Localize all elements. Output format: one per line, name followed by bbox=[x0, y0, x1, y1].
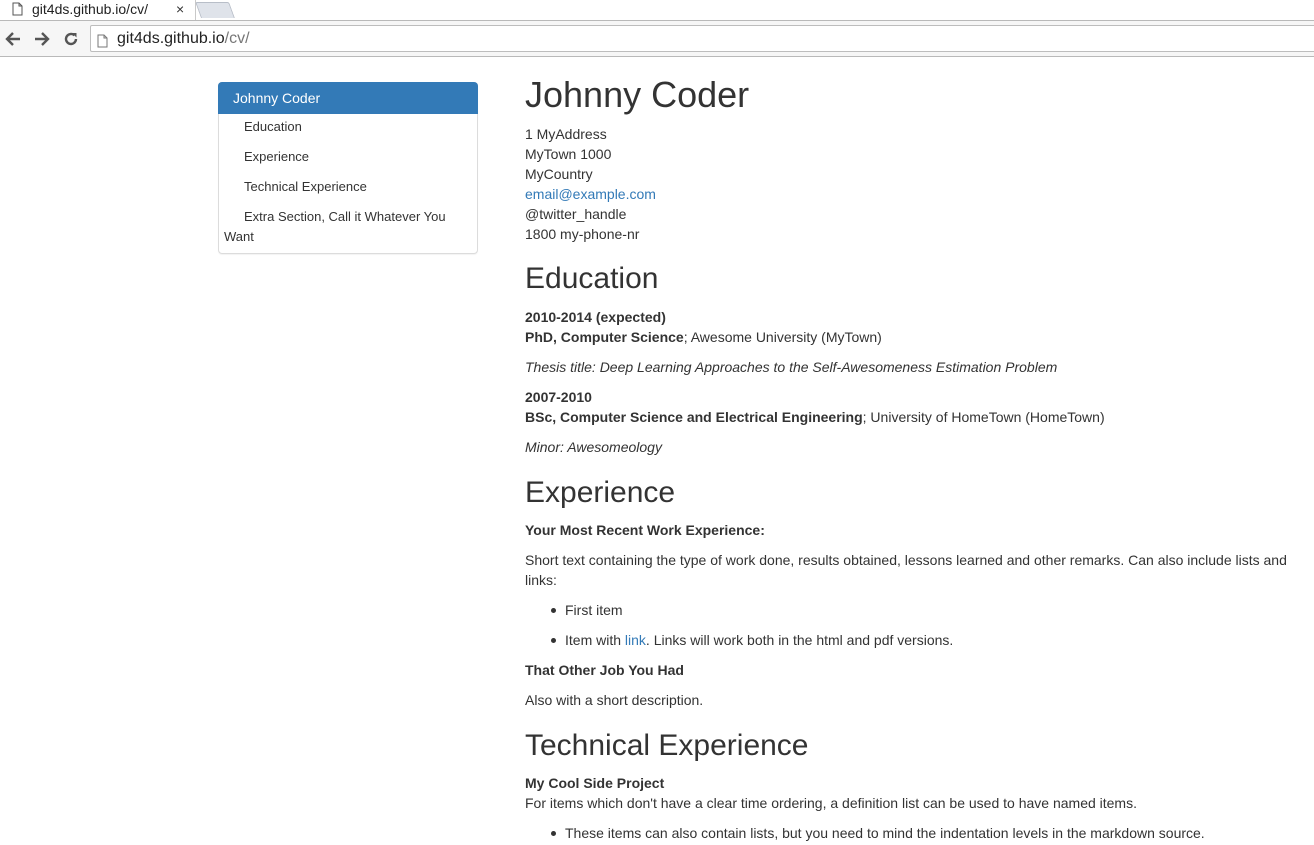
edu-degree: BSc, Computer Science and Electrical Eng… bbox=[525, 409, 863, 425]
page-title: Johnny Coder bbox=[525, 74, 750, 115]
list-item-text: Item with bbox=[565, 632, 625, 648]
tab-strip: git4ds.github.io/cv/ × bbox=[0, 0, 1314, 20]
job-description: Also with a short description. bbox=[525, 692, 704, 708]
job-description: Short text containing the type of work d… bbox=[525, 552, 1287, 568]
list-item: Item with link. Links will work both in … bbox=[565, 630, 953, 650]
section-heading-experience: Experience bbox=[525, 476, 676, 509]
address-bar[interactable]: git4ds.github.io/cv/ bbox=[90, 25, 1314, 52]
bullet-icon bbox=[551, 638, 556, 643]
bullet-icon bbox=[551, 831, 556, 836]
edu-degree-line: PhD, Computer Science; Awesome Universit… bbox=[525, 327, 882, 347]
edu-school: ; University of HomeTown (HomeTown) bbox=[862, 409, 1105, 425]
sidebar-nav: Johnny Coder Education Experience Techni… bbox=[218, 82, 478, 254]
bullet-icon bbox=[551, 608, 556, 613]
section-heading-technical: Technical Experience bbox=[525, 729, 809, 762]
sidebar-item-johnny-coder[interactable]: Johnny Coder bbox=[218, 82, 478, 114]
url-path: /cv/ bbox=[224, 30, 250, 47]
new-tab-button[interactable] bbox=[195, 2, 235, 18]
project-title: My Cool Side Project bbox=[525, 775, 665, 791]
job-description-cont: links: bbox=[525, 572, 557, 588]
inline-link[interactable]: link bbox=[625, 632, 646, 648]
browser-toolbar: git4ds.github.io/cv/ bbox=[0, 20, 1314, 57]
url-text: git4ds.github.io/cv/ bbox=[117, 26, 250, 51]
sidebar-item-technical-experience[interactable]: Technical Experience bbox=[244, 177, 367, 197]
edu-degree-line: BSc, Computer Science and Electrical Eng… bbox=[525, 407, 1105, 427]
address-country: MyCountry bbox=[525, 166, 593, 182]
phone-number: 1800 my-phone-nr bbox=[525, 226, 640, 242]
job-title: That Other Job You Had bbox=[525, 662, 684, 678]
section-heading-education: Education bbox=[525, 262, 659, 295]
edu-degree: PhD, Computer Science bbox=[525, 329, 684, 345]
edu-note: Minor: Awesomeology bbox=[525, 439, 662, 455]
address-line-2: MyTown 1000 bbox=[525, 146, 612, 162]
list-item-text: . Links will work both in the html and p… bbox=[645, 632, 954, 648]
sidebar-item-extra-section[interactable]: Extra Section, Call it Whatever You Want bbox=[224, 207, 464, 247]
edu-school: ; Awesome University (MyTown) bbox=[683, 329, 882, 345]
sidebar-item-education[interactable]: Education bbox=[244, 117, 302, 137]
edu-note: Thesis title: Deep Learning Approaches t… bbox=[525, 359, 1058, 375]
page-icon bbox=[97, 31, 108, 56]
reload-icon[interactable] bbox=[61, 30, 81, 50]
page-icon bbox=[12, 2, 23, 21]
browser-tab[interactable]: git4ds.github.io/cv/ × bbox=[0, 0, 196, 20]
twitter-handle: @twitter_handle bbox=[525, 206, 627, 222]
tab-title: git4ds.github.io/cv/ bbox=[32, 1, 148, 17]
list-item: These items can also contain lists, but … bbox=[565, 825, 1205, 841]
edu-years: 2010-2014 (expected) bbox=[525, 309, 666, 325]
job-title: Your Most Recent Work Experience: bbox=[525, 522, 765, 538]
close-icon[interactable]: × bbox=[176, 0, 184, 19]
back-icon[interactable] bbox=[3, 30, 23, 50]
edu-years: 2007-2010 bbox=[525, 389, 592, 405]
email-link[interactable]: email@example.com bbox=[525, 186, 656, 202]
forward-icon[interactable] bbox=[32, 30, 52, 50]
address-line-1: 1 MyAddress bbox=[525, 126, 607, 142]
url-domain: git4ds.github.io bbox=[117, 30, 225, 47]
project-description: For items which don't have a clear time … bbox=[525, 795, 1137, 811]
list-item: First item bbox=[565, 602, 623, 618]
sidebar-item-experience[interactable]: Experience bbox=[244, 147, 309, 167]
